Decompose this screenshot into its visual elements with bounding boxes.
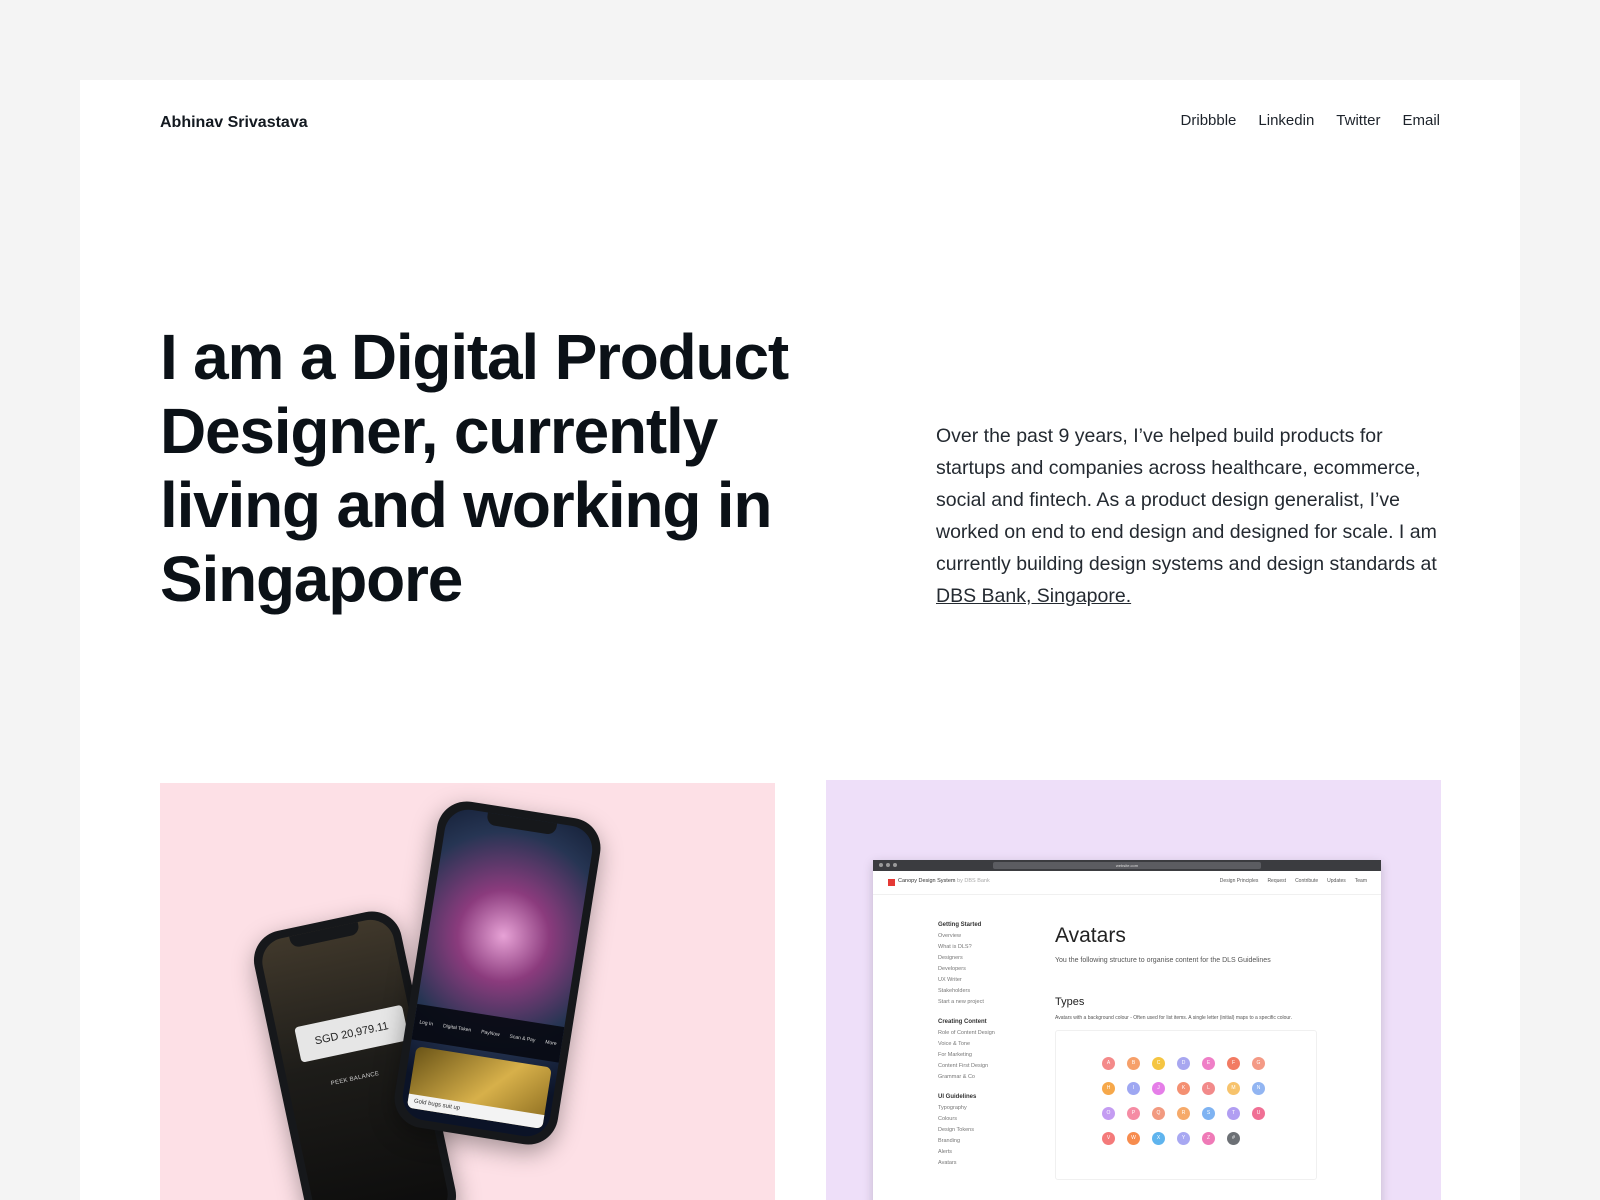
sidebar-item: Start a new project	[938, 999, 984, 1005]
avatar-swatch: B	[1127, 1057, 1140, 1070]
avatar-swatch: I	[1127, 1082, 1140, 1095]
sidebar-item: Voice & Tone	[938, 1041, 971, 1047]
avatar-swatch: R	[1177, 1107, 1190, 1120]
sidebar-item: Stakeholders	[938, 988, 971, 994]
tab-digital-token: Digital Token	[442, 1023, 472, 1034]
top-nav: Dribbble Linkedin Twitter Email	[1181, 112, 1440, 129]
tab-login: Log In	[418, 1019, 434, 1028]
avatar-swatch: S	[1202, 1107, 1215, 1120]
mock-page-title: Avatars	[1055, 924, 1126, 947]
mock-menu-item: Contribute	[1295, 878, 1319, 884]
canopy-logo-icon	[888, 879, 895, 886]
sidebar-item: Grammar & Co	[938, 1074, 975, 1080]
browser-mockup: website.com Canopy Design System by DBS …	[873, 860, 1381, 1200]
balance-amount: SGD 20,979.11	[294, 1004, 410, 1063]
tab-more: More	[544, 1039, 557, 1048]
site-name[interactable]: Abhinav Srivastava	[160, 114, 308, 132]
mock-brand-name: Canopy Design System	[898, 878, 956, 884]
phone-mockup-home: Log In Digital Token PayNow Scan & Pay M…	[390, 797, 605, 1149]
sidebar-item: UX Writer	[938, 977, 962, 983]
avatar-swatch: M	[1227, 1082, 1240, 1095]
avatar-swatch: T	[1227, 1107, 1240, 1120]
avatar-swatch-panel: A B C D E F G H I J K L M N O P Q R S T U V W X Y Z #	[1055, 1030, 1317, 1180]
dbs-bank-link[interactable]: DBS Bank, Singapore.	[936, 585, 1131, 607]
avatar-swatch: Z	[1202, 1132, 1215, 1145]
nav-dribbble-link[interactable]: Dribbble	[1181, 112, 1237, 129]
mock-page-subtitle: You the following structure to organise …	[1055, 957, 1271, 964]
avatar-swatch: A	[1102, 1057, 1115, 1070]
avatar-swatch: #	[1227, 1132, 1240, 1145]
mock-menu-item: Request	[1267, 878, 1287, 884]
avatar-swatch: W	[1127, 1132, 1140, 1145]
sidebar-item: Design Tokens	[938, 1127, 974, 1133]
nav-twitter-link[interactable]: Twitter	[1336, 112, 1380, 129]
avatar-swatch: E	[1202, 1057, 1215, 1070]
tab-paynow: PayNow	[480, 1029, 501, 1039]
window-controls	[879, 863, 897, 867]
mock-menu-item: Team	[1354, 878, 1367, 884]
hero-intro: Over the past 9 years, I’ve helped build…	[936, 420, 1440, 612]
avatar-swatch: F	[1227, 1057, 1240, 1070]
tab-scan-pay: Scan & Pay	[509, 1033, 536, 1044]
sidebar-item: For Marketing	[938, 1052, 972, 1058]
avatar-swatch: D	[1177, 1057, 1190, 1070]
avatar-swatch: G	[1252, 1057, 1265, 1070]
mock-site-header: Canopy Design System by DBS Bank Design …	[873, 871, 1381, 895]
avatar-swatch: X	[1152, 1132, 1165, 1145]
avatar-swatch: Y	[1177, 1132, 1190, 1145]
avatar-swatch: P	[1127, 1107, 1140, 1120]
sidebar-item: Developers	[938, 966, 966, 972]
sidebar-section-title: UI Guidelines	[938, 1094, 977, 1100]
nav-linkedin-link[interactable]: Linkedin	[1258, 112, 1314, 129]
avatar-swatch: C	[1152, 1057, 1165, 1070]
avatar-swatch: K	[1177, 1082, 1190, 1095]
sidebar-item: What is DLS?	[938, 944, 972, 950]
mock-content: Avatars You the following structure to o…	[1055, 924, 1317, 1180]
project-card-mobile-app[interactable]: SGD 20,979.11 PEEK BALANCE Log In Digita…	[160, 783, 775, 1200]
mock-types-desc: Avatars with a background colour - Often…	[1055, 1015, 1292, 1021]
avatar-swatch: J	[1152, 1082, 1165, 1095]
sidebar-item: Role of Content Design	[938, 1030, 995, 1036]
sidebar-section-title: Creating Content	[938, 1019, 987, 1025]
phone-screen: Log In Digital Token PayNow Scan & Pay M…	[399, 806, 596, 1140]
sidebar-item: Overview	[938, 933, 961, 939]
mock-sidebar: Getting Started Overview What is DLS? De…	[938, 922, 1038, 1171]
mock-types-heading: Types	[1055, 996, 1085, 1008]
avatar-swatch: H	[1102, 1082, 1115, 1095]
sidebar-item: Designers	[938, 955, 963, 961]
sidebar-item: Alerts	[938, 1149, 953, 1155]
hero-headline: I am a Digital Product Designer, current…	[160, 321, 789, 615]
mock-menu-item: Design Principles	[1219, 878, 1259, 884]
browser-url: website.com	[993, 862, 1261, 869]
avatar-swatch: U	[1252, 1107, 1265, 1120]
avatar-swatch: N	[1252, 1082, 1265, 1095]
sidebar-item: Branding	[938, 1138, 961, 1144]
mock-brand-sub: by DBS Bank	[957, 878, 990, 884]
project-card-design-system[interactable]: website.com Canopy Design System by DBS …	[826, 780, 1441, 1200]
page-container: Abhinav Srivastava Dribbble Linkedin Twi…	[80, 80, 1520, 1200]
hero-intro-text: Over the past 9 years, I’ve helped build…	[936, 425, 1437, 575]
avatar-swatch: L	[1202, 1082, 1215, 1095]
avatar-swatch: V	[1102, 1132, 1115, 1145]
sidebar-item: Colours	[938, 1116, 957, 1122]
sidebar-item: Typography	[938, 1105, 967, 1111]
nav-email-link[interactable]: Email	[1402, 112, 1440, 129]
avatar-grid: A B C D E F G H I J K L M N O P Q R S T U V W X Y Z #	[1102, 1057, 1265, 1145]
sidebar-item: Avatars	[938, 1160, 957, 1166]
mock-menu: Design Principles Request Contribute Upd…	[1220, 878, 1367, 884]
mock-menu-item: Updates	[1327, 878, 1346, 884]
avatar-swatch: Q	[1152, 1107, 1165, 1120]
browser-toolbar: website.com	[873, 860, 1381, 871]
sidebar-section-title: Getting Started	[938, 922, 982, 928]
mock-brand: Canopy Design System by DBS Bank	[898, 878, 990, 884]
sidebar-item: Content First Design	[938, 1063, 989, 1069]
avatar-swatch: O	[1102, 1107, 1115, 1120]
